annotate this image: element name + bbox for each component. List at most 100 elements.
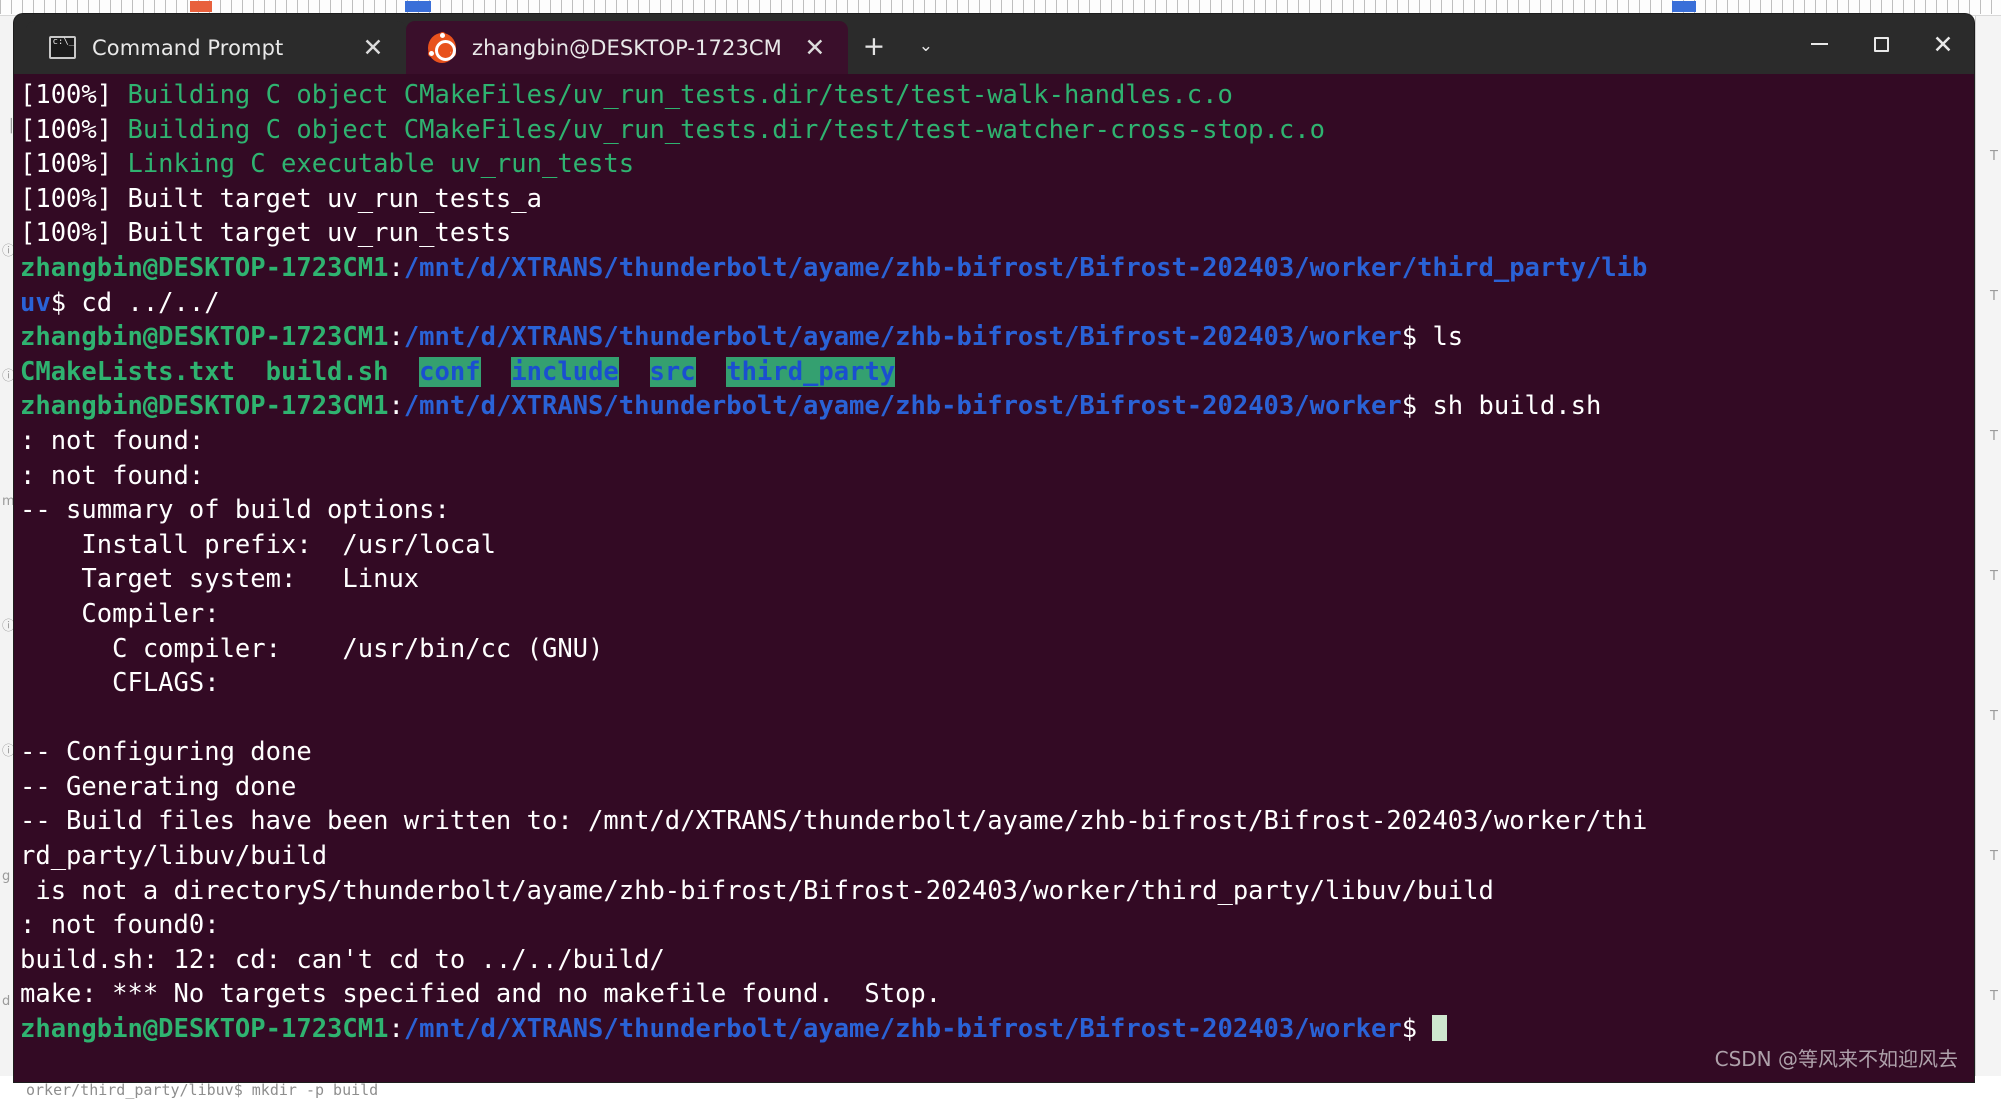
terminal-text: zhangbin@DESKTOP-1723CM1 xyxy=(20,322,389,353)
terminal-line: -- Generating done xyxy=(20,770,1974,805)
titlebar: Command Prompt✕zhangbin@DESKTOP-1723CM✕ … xyxy=(14,14,1974,74)
directory-entry: third_party xyxy=(726,356,896,387)
terminal-text: is not a directoryS/thunderbolt/ayame/zh… xyxy=(20,875,1494,906)
background-rail-mark: d xyxy=(2,994,11,1009)
windows-terminal-window: Command Prompt✕zhangbin@DESKTOP-1723CM✕ … xyxy=(14,14,1974,1082)
terminal-text: Target system: Linux xyxy=(20,564,420,595)
new-tab-button[interactable]: + xyxy=(848,25,900,69)
background-marker-blue-1 xyxy=(405,1,431,12)
terminal-text: $ xyxy=(1401,1014,1433,1045)
terminal-line: Install prefix: /usr/local xyxy=(20,528,1974,563)
terminal-text: $ ls xyxy=(1401,322,1464,353)
terminal-text: [100%] xyxy=(20,80,128,110)
terminal-line: : not found: xyxy=(20,459,1974,494)
terminal-text: : xyxy=(388,322,404,353)
terminal-text: C compiler: /usr/bin/cc (GNU) xyxy=(20,633,604,664)
tab-close-button[interactable]: ✕ xyxy=(356,31,390,65)
terminal-line: C compiler: /usr/bin/cc (GNU) xyxy=(20,632,1974,667)
terminal-text: $ cd ../../ xyxy=(50,287,220,318)
terminal-line: : not found0: xyxy=(20,908,1974,943)
terminal-text: -- Build files have been written to: /mn… xyxy=(20,806,1648,837)
terminal-line: zhangbin@DESKTOP-1723CM1:/mnt/d/XTRANS/t… xyxy=(20,389,1974,424)
terminal-line: zhangbin@DESKTOP-1723CM1:/mnt/d/XTRANS/t… xyxy=(20,320,1974,355)
maximize-button[interactable] xyxy=(1850,14,1912,74)
terminal-text: build.sh: 12: cd: can't cd to ../../buil… xyxy=(20,944,665,975)
terminal-text: : xyxy=(388,391,404,422)
terminal-line: Target system: Linux xyxy=(20,562,1974,597)
terminal-text: /mnt/d/XTRANS/thunderbolt/ayame/zhb-bifr… xyxy=(403,252,1648,283)
tab-strip-actions: + ⌄ xyxy=(848,21,952,74)
terminal-text: : xyxy=(388,1014,404,1045)
terminal-text: Building C object CMakeFiles/uv_run_test… xyxy=(127,80,1233,110)
tab-close-button[interactable]: ✕ xyxy=(798,31,832,65)
tab-1[interactable]: Command Prompt ✕ xyxy=(26,21,406,74)
terminal-text: CMakeLists.txt build.sh xyxy=(20,356,420,387)
terminal-text: Compiler: xyxy=(20,598,220,629)
terminal-line: [100%] Built target uv_run_tests_a xyxy=(20,182,1974,217)
terminal-text: [100%] xyxy=(20,149,128,180)
command-prompt-icon xyxy=(48,34,76,62)
terminal-line: Compiler: xyxy=(20,597,1974,632)
minimize-button[interactable] xyxy=(1788,14,1850,74)
terminal-text: Install prefix: /usr/local xyxy=(20,529,496,560)
tab-strip: Command Prompt ✕ zhangbin@DESKTOP-1723CM ✕ xyxy=(14,14,848,74)
terminal-text: : not found: xyxy=(20,425,205,456)
terminal-line: [100%] Linking C executable uv_run_tests xyxy=(20,147,1974,182)
terminal-output: [100%] Building C object CMakeFiles/uv_r… xyxy=(20,78,1974,1047)
terminal-line: uv$ cd ../../ xyxy=(20,286,1974,321)
terminal-text: /mnt/d/XTRANS/thunderbolt/ayame/zhb-bifr… xyxy=(403,1014,1402,1045)
watermark: CSDN @等风来不如迎风去 xyxy=(1714,1047,1958,1071)
directory-entry: include xyxy=(511,356,619,387)
terminal-line: : not found: xyxy=(20,424,1974,459)
chevron-down-icon[interactable]: ⌄ xyxy=(900,25,952,69)
terminal-text: -- summary of build options: xyxy=(20,495,450,526)
terminal-line: zhangbin@DESKTOP-1723CM1:/mnt/d/XTRANS/t… xyxy=(20,1012,1974,1047)
terminal-line: -- Configuring done xyxy=(20,735,1974,770)
terminal-text: zhangbin@DESKTOP-1723CM1 xyxy=(20,391,389,422)
terminal-line: build.sh: 12: cd: can't cd to ../../buil… xyxy=(20,943,1974,978)
terminal-line: CMakeLists.txt build.sh conf include src… xyxy=(20,355,1974,390)
background-rail-mark: T xyxy=(1990,149,1998,164)
terminal-text: : not found0: xyxy=(20,910,220,941)
terminal-line: rd_party/libuv/build xyxy=(20,839,1974,874)
tab-2[interactable]: zhangbin@DESKTOP-1723CM ✕ xyxy=(406,21,848,74)
background-marker-orange xyxy=(190,1,212,12)
terminal-text: uv xyxy=(20,287,51,318)
background-rail-mark: T xyxy=(1990,569,1998,584)
ubuntu-icon xyxy=(428,31,456,63)
terminal-text: $ sh build.sh xyxy=(1401,391,1602,422)
background-right-rail xyxy=(1975,16,2001,1100)
terminal-text: -- Configuring done xyxy=(20,737,312,768)
terminal-cursor xyxy=(1432,1015,1448,1042)
background-rail-mark: m xyxy=(2,494,15,509)
terminal-text: /mnt/d/XTRANS/thunderbolt/ayame/zhb-bifr… xyxy=(403,391,1402,422)
close-icon: ✕ xyxy=(1932,29,1954,59)
background-rail-mark: ▕ xyxy=(2,119,12,134)
terminal-text: : xyxy=(388,252,404,283)
terminal-line: zhangbin@DESKTOP-1723CM1:/mnt/d/XTRANS/t… xyxy=(20,251,1974,286)
terminal-line: [100%] Building C object CMakeFiles/uv_r… xyxy=(20,78,1974,113)
terminal-text: zhangbin@DESKTOP-1723CM1 xyxy=(20,252,389,283)
tab-title: Command Prompt xyxy=(92,35,284,60)
directory-entry: conf xyxy=(419,356,481,387)
background-rail-mark: T xyxy=(1990,289,1998,304)
close-window-button[interactable]: ✕ xyxy=(1912,14,1974,74)
terminal-text: [100%] Built target uv_run_tests xyxy=(20,218,512,249)
terminal-line: CFLAGS: xyxy=(20,666,1974,701)
terminal-text: make: *** No targets specified and no ma… xyxy=(20,979,942,1010)
terminal-text: -- Generating done xyxy=(20,771,297,802)
background-toolbar-ticks xyxy=(0,0,2001,14)
terminal-text: Building C object CMakeFiles/uv_run_test… xyxy=(127,114,1325,145)
terminal-text: : not found: xyxy=(20,460,205,491)
terminal-line: -- summary of build options: xyxy=(20,493,1974,528)
terminal-line: -- Build files have been written to: /mn… xyxy=(20,804,1974,839)
background-rail-mark: g xyxy=(2,869,11,884)
terminal-viewport[interactable]: [100%] Building C object CMakeFiles/uv_r… xyxy=(14,74,1974,1082)
terminal-line: [100%] Built target uv_run_tests xyxy=(20,216,1974,251)
terminal-text: [100%] xyxy=(20,114,128,145)
background-rail-mark: T xyxy=(1990,849,1998,864)
